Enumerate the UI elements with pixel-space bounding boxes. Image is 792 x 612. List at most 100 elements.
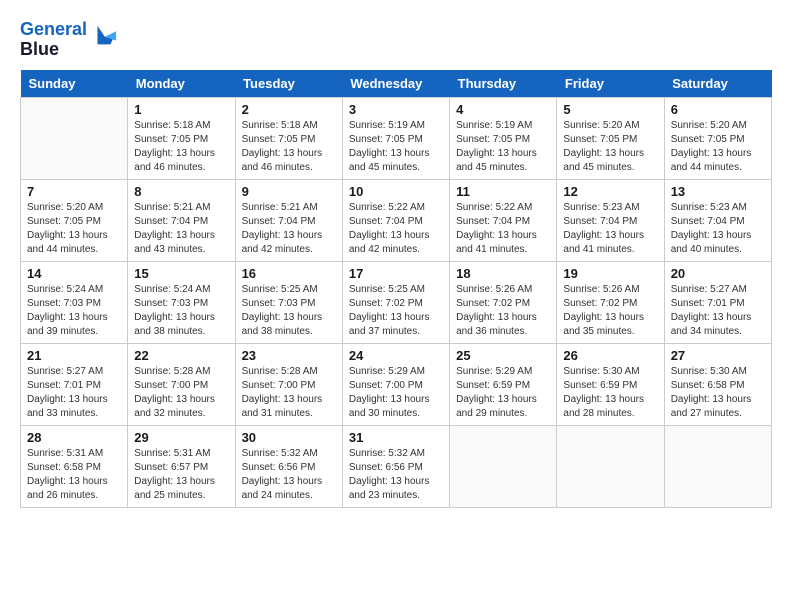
day-info: Sunrise: 5:23 AMSunset: 7:04 PMDaylight:… [671, 201, 765, 257]
week-row-1: 1 Sunrise: 5:18 AMSunset: 7:05 PMDaylight… [21, 97, 772, 179]
logo-icon [90, 22, 118, 50]
day-info: Sunrise: 5:18 AMSunset: 7:05 PMDaylight:… [134, 119, 228, 175]
day-number: 31 [349, 430, 443, 445]
week-row-5: 28 Sunrise: 5:31 AMSunset: 6:58 PMDayligh… [21, 425, 772, 507]
day-number: 14 [27, 266, 121, 281]
day-number: 16 [242, 266, 336, 281]
day-number: 23 [242, 348, 336, 363]
day-cell: 28 Sunrise: 5:31 AMSunset: 6:58 PMDayligh… [21, 425, 128, 507]
day-number: 25 [456, 348, 550, 363]
day-cell: 25 Sunrise: 5:29 AMSunset: 6:59 PMDayligh… [450, 343, 557, 425]
day-info: Sunrise: 5:22 AMSunset: 7:04 PMDaylight:… [456, 201, 550, 257]
day-cell: 7 Sunrise: 5:20 AMSunset: 7:05 PMDaylight… [21, 179, 128, 261]
day-info: Sunrise: 5:20 AMSunset: 7:05 PMDaylight:… [27, 201, 121, 257]
day-info: Sunrise: 5:24 AMSunset: 7:03 PMDaylight:… [134, 283, 228, 339]
day-info: Sunrise: 5:27 AMSunset: 7:01 PMDaylight:… [27, 365, 121, 421]
day-info: Sunrise: 5:24 AMSunset: 7:03 PMDaylight:… [27, 283, 121, 339]
day-number: 29 [134, 430, 228, 445]
day-info: Sunrise: 5:26 AMSunset: 7:02 PMDaylight:… [456, 283, 550, 339]
day-cell: 21 Sunrise: 5:27 AMSunset: 7:01 PMDayligh… [21, 343, 128, 425]
day-cell: 31Sunrise: 5:32 AMSunset: 6:56 PMDayligh… [342, 425, 449, 507]
day-info: Sunrise: 5:19 AMSunset: 7:05 PMDaylight:… [349, 119, 443, 175]
day-info: Sunrise: 5:20 AMSunset: 7:05 PMDaylight:… [671, 119, 765, 175]
day-number: 24 [349, 348, 443, 363]
day-number: 2 [242, 102, 336, 117]
day-number: 7 [27, 184, 121, 199]
header-sunday: Sunday [21, 70, 128, 98]
day-cell [557, 425, 664, 507]
day-cell: 22 Sunrise: 5:28 AMSunset: 7:00 PMDayligh… [128, 343, 235, 425]
calendar-table: SundayMondayTuesdayWednesdayThursdayFrid… [20, 70, 772, 508]
day-number: 18 [456, 266, 550, 281]
day-info: Sunrise: 5:18 AMSunset: 7:05 PMDaylight:… [242, 119, 336, 175]
day-cell: 14 Sunrise: 5:24 AMSunset: 7:03 PMDayligh… [21, 261, 128, 343]
day-info: Sunrise: 5:27 AMSunset: 7:01 PMDaylight:… [671, 283, 765, 339]
day-cell: 19 Sunrise: 5:26 AMSunset: 7:02 PMDayligh… [557, 261, 664, 343]
day-info: Sunrise: 5:20 AMSunset: 7:05 PMDaylight:… [563, 119, 657, 175]
day-number: 13 [671, 184, 765, 199]
day-cell: 16 Sunrise: 5:25 AMSunset: 7:03 PMDayligh… [235, 261, 342, 343]
day-info: Sunrise: 5:21 AMSunset: 7:04 PMDaylight:… [242, 201, 336, 257]
page-header: GeneralBlue [20, 20, 772, 60]
day-info: Sunrise: 5:25 AMSunset: 7:02 PMDaylight:… [349, 283, 443, 339]
header-tuesday: Tuesday [235, 70, 342, 98]
week-row-4: 21 Sunrise: 5:27 AMSunset: 7:01 PMDayligh… [21, 343, 772, 425]
day-cell: 23 Sunrise: 5:28 AMSunset: 7:00 PMDayligh… [235, 343, 342, 425]
day-cell [450, 425, 557, 507]
day-number: 8 [134, 184, 228, 199]
day-number: 6 [671, 102, 765, 117]
day-cell [21, 97, 128, 179]
header-monday: Monday [128, 70, 235, 98]
day-info: Sunrise: 5:28 AMSunset: 7:00 PMDaylight:… [242, 365, 336, 421]
logo: GeneralBlue [20, 20, 118, 60]
day-cell: 3 Sunrise: 5:19 AMSunset: 7:05 PMDaylight… [342, 97, 449, 179]
day-info: Sunrise: 5:31 AMSunset: 6:57 PMDaylight:… [134, 447, 228, 503]
day-number: 19 [563, 266, 657, 281]
day-cell: 26 Sunrise: 5:30 AMSunset: 6:59 PMDayligh… [557, 343, 664, 425]
day-cell: 12 Sunrise: 5:23 AMSunset: 7:04 PMDayligh… [557, 179, 664, 261]
day-number: 28 [27, 430, 121, 445]
day-info: Sunrise: 5:26 AMSunset: 7:02 PMDaylight:… [563, 283, 657, 339]
day-cell: 20 Sunrise: 5:27 AMSunset: 7:01 PMDayligh… [664, 261, 771, 343]
day-cell: 27Sunrise: 5:30 AMSunset: 6:58 PMDayligh… [664, 343, 771, 425]
day-number: 1 [134, 102, 228, 117]
day-number: 15 [134, 266, 228, 281]
day-number: 26 [563, 348, 657, 363]
header-friday: Friday [557, 70, 664, 98]
day-info: Sunrise: 5:29 AMSunset: 6:59 PMDaylight:… [456, 365, 550, 421]
day-number: 5 [563, 102, 657, 117]
day-cell: 9Sunrise: 5:21 AMSunset: 7:04 PMDaylight… [235, 179, 342, 261]
day-number: 3 [349, 102, 443, 117]
week-row-2: 7 Sunrise: 5:20 AMSunset: 7:05 PMDaylight… [21, 179, 772, 261]
day-cell: 10 Sunrise: 5:22 AMSunset: 7:04 PMDayligh… [342, 179, 449, 261]
day-info: Sunrise: 5:28 AMSunset: 7:00 PMDaylight:… [134, 365, 228, 421]
day-cell: 29 Sunrise: 5:31 AMSunset: 6:57 PMDayligh… [128, 425, 235, 507]
day-cell: 15 Sunrise: 5:24 AMSunset: 7:03 PMDayligh… [128, 261, 235, 343]
header-thursday: Thursday [450, 70, 557, 98]
day-cell: 5 Sunrise: 5:20 AMSunset: 7:05 PMDaylight… [557, 97, 664, 179]
day-info: Sunrise: 5:30 AMSunset: 6:59 PMDaylight:… [563, 365, 657, 421]
day-number: 22 [134, 348, 228, 363]
day-info: Sunrise: 5:25 AMSunset: 7:03 PMDaylight:… [242, 283, 336, 339]
day-info: Sunrise: 5:21 AMSunset: 7:04 PMDaylight:… [134, 201, 228, 257]
header-wednesday: Wednesday [342, 70, 449, 98]
day-cell: 6 Sunrise: 5:20 AMSunset: 7:05 PMDaylight… [664, 97, 771, 179]
week-row-3: 14 Sunrise: 5:24 AMSunset: 7:03 PMDayligh… [21, 261, 772, 343]
day-number: 21 [27, 348, 121, 363]
day-cell: 11 Sunrise: 5:22 AMSunset: 7:04 PMDayligh… [450, 179, 557, 261]
day-info: Sunrise: 5:23 AMSunset: 7:04 PMDaylight:… [563, 201, 657, 257]
day-number: 4 [456, 102, 550, 117]
day-cell: 30 Sunrise: 5:32 AMSunset: 6:56 PMDayligh… [235, 425, 342, 507]
day-number: 10 [349, 184, 443, 199]
day-number: 27 [671, 348, 765, 363]
day-info: Sunrise: 5:22 AMSunset: 7:04 PMDaylight:… [349, 201, 443, 257]
day-info: Sunrise: 5:32 AMSunset: 6:56 PMDaylight:… [242, 447, 336, 503]
day-number: 20 [671, 266, 765, 281]
day-number: 17 [349, 266, 443, 281]
day-number: 30 [242, 430, 336, 445]
day-number: 12 [563, 184, 657, 199]
header-row: SundayMondayTuesdayWednesdayThursdayFrid… [21, 70, 772, 98]
day-info: Sunrise: 5:19 AMSunset: 7:05 PMDaylight:… [456, 119, 550, 175]
day-number: 11 [456, 184, 550, 199]
day-info: Sunrise: 5:31 AMSunset: 6:58 PMDaylight:… [27, 447, 121, 503]
